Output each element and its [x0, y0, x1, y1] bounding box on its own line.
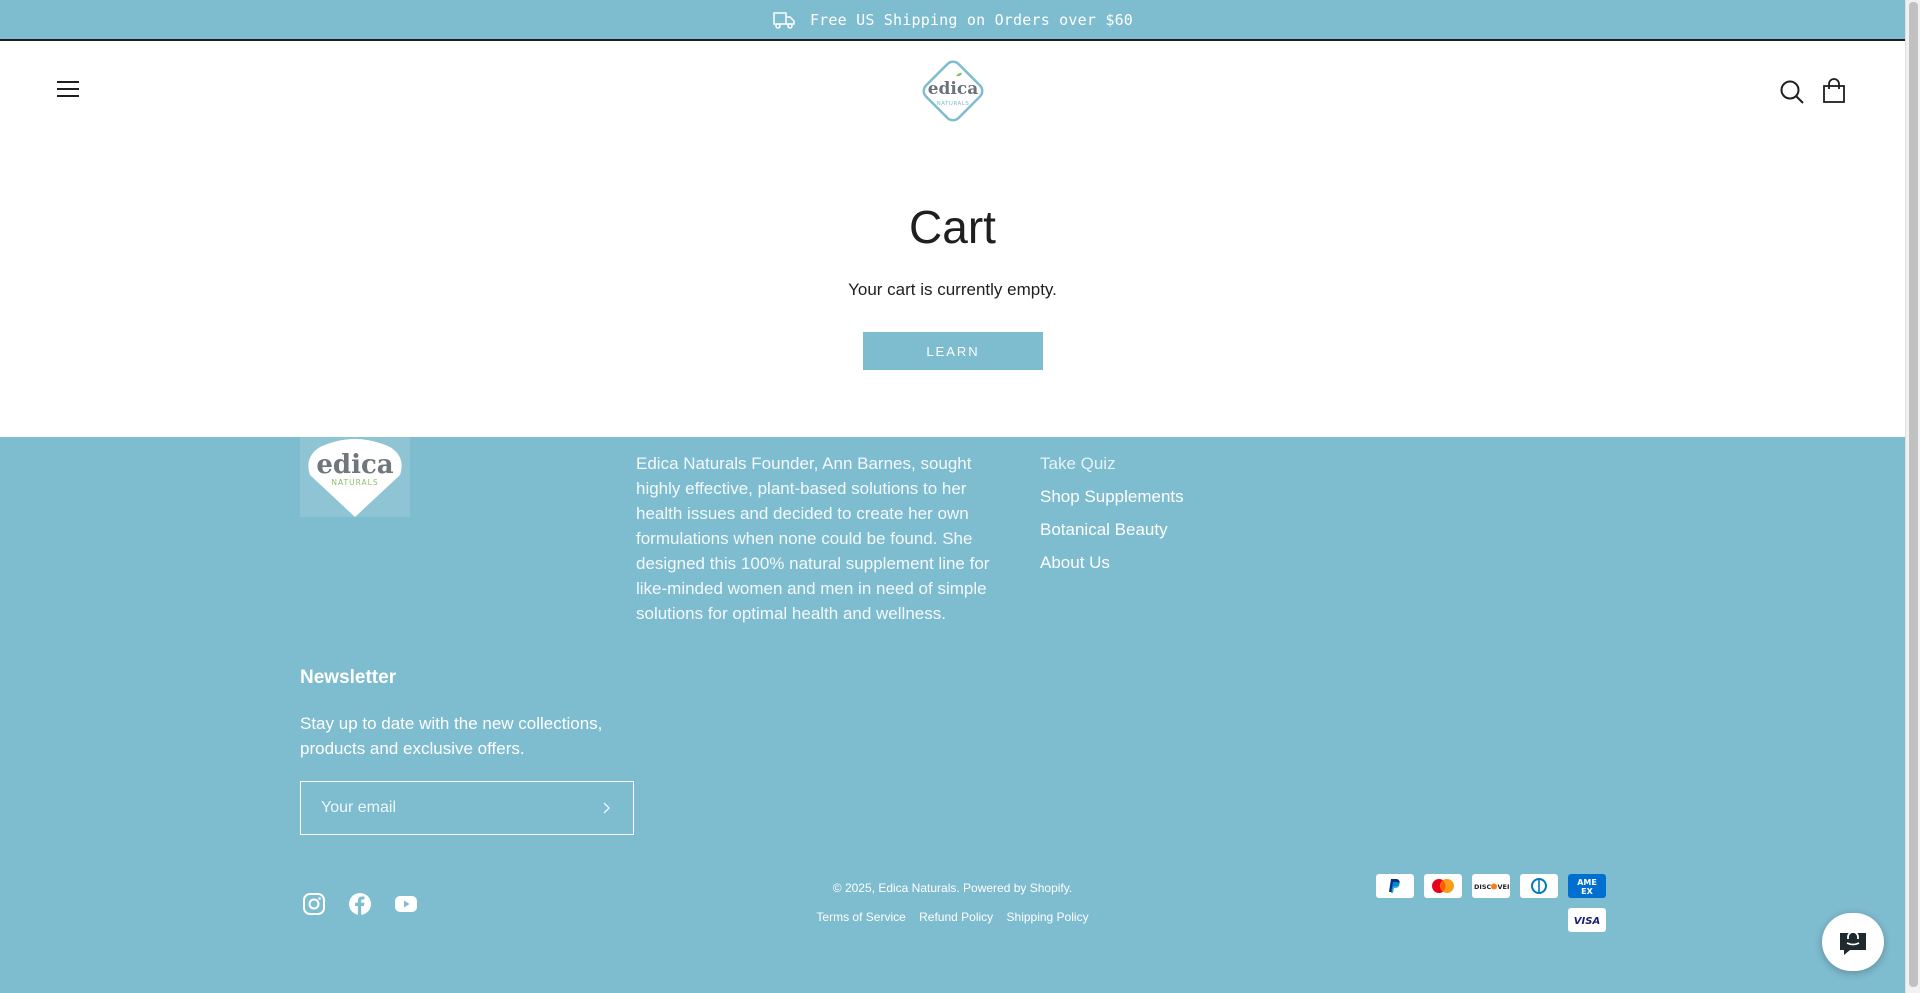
policy-link-shipping[interactable]: Shipping Policy [1007, 910, 1089, 924]
newsletter-text: Stay up to date with the new collections… [300, 714, 603, 758]
scrollbar-thumb[interactable] [1909, 2, 1918, 987]
svg-text:EX: EX [1581, 887, 1593, 896]
menu-button[interactable] [57, 81, 81, 101]
svg-text:NATURALS: NATURALS [937, 101, 970, 107]
policy-link-refund[interactable]: Refund Policy [919, 910, 993, 924]
svg-text:VER: VER [1498, 883, 1510, 891]
learn-button[interactable]: LEARN [863, 332, 1043, 370]
svg-text:edica: edica [928, 79, 979, 99]
chevron-right-icon[interactable] [599, 801, 613, 815]
site-header: edica NATURALS [0, 43, 1905, 140]
svg-text:VISA: VISA [1574, 916, 1600, 926]
search-icon[interactable] [1779, 79, 1805, 105]
svg-text:DISC: DISC [1474, 883, 1491, 891]
footer-logo[interactable]: edica NATURALS [300, 437, 410, 517]
scrollbar[interactable] [1905, 0, 1920, 993]
copyright-text: © 2025, Edica Naturals. Powered by Shopi… [832, 881, 1073, 895]
chat-button[interactable] [1822, 913, 1884, 971]
visa-icon: VISA [1568, 908, 1606, 932]
about-text: Edica Naturals Founder, Ann Barnes, soug… [636, 454, 990, 623]
footer-link-take-quiz[interactable]: Take Quiz [1040, 451, 1184, 484]
diners-club-icon [1520, 874, 1558, 898]
site-logo[interactable]: edica NATURALS [916, 54, 990, 128]
paypal-icon [1376, 874, 1414, 898]
cart-section: Cart Your cart is currently empty. LEARN [0, 140, 1905, 437]
empty-cart-message: Your cart is currently empty. [848, 280, 1057, 299]
email-field[interactable] [321, 799, 599, 817]
policy-links: Terms of Service Refund Policy Shipping … [0, 910, 1905, 924]
truck-icon [773, 11, 795, 29]
announcement-text: Free US Shipping on Orders over $60 [809, 10, 1134, 29]
footer-links: Take Quiz Shop Supplements Botanical Bea… [1040, 451, 1184, 583]
footer-link-botanical-beauty[interactable]: Botanical Beauty [1040, 517, 1184, 550]
newsletter-title: Newsletter [300, 667, 397, 688]
page-title: Cart [909, 201, 996, 253]
svg-text:NATURALS: NATURALS [331, 478, 378, 487]
footer-link-shop-supplements[interactable]: Shop Supplements [1040, 484, 1184, 517]
policy-link-terms[interactable]: Terms of Service [816, 910, 905, 924]
shopping-bag-icon[interactable] [1821, 78, 1847, 104]
svg-text:AME: AME [1577, 878, 1597, 887]
hamburger-menu-icon [57, 81, 79, 83]
footer-link-about-us[interactable]: About Us [1040, 550, 1184, 583]
newsletter-form [300, 781, 634, 835]
announcement-bar: Free US Shipping on Orders over $60 [0, 0, 1905, 41]
amex-icon: AME EX [1568, 874, 1606, 898]
mastercard-icon [1424, 874, 1462, 898]
chat-bag-icon [1840, 931, 1866, 955]
discover-icon: DISC VER [1472, 874, 1510, 898]
svg-text:edica: edica [316, 450, 393, 480]
site-footer: edica NATURALS Edica Naturals Founder, A… [0, 437, 1905, 993]
